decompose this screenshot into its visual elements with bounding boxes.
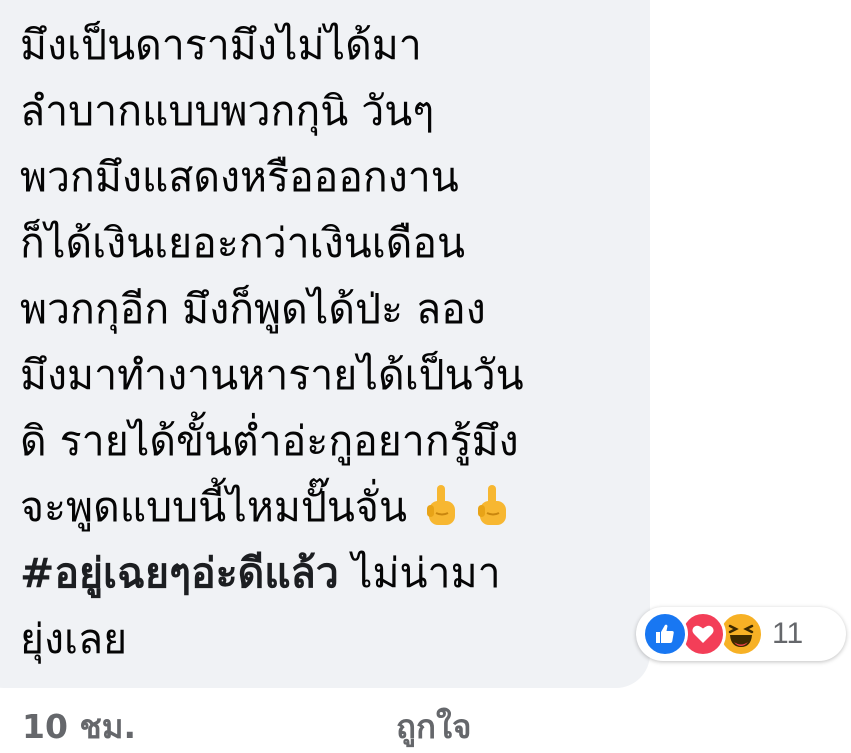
like-button[interactable]: ถูกใจ: [396, 700, 471, 753]
comment-line: มึงมาทำงานหารายได้เป็นวัน: [20, 351, 524, 399]
comment-timestamp[interactable]: 10 ชม.: [22, 700, 136, 753]
hashtag-link[interactable]: #อยู่เฉยๆอ่ะดีแล้ว: [20, 549, 339, 597]
like-icon: [642, 611, 688, 657]
comment-line: ก็ได้เงินเยอะกว่าเงินเดือน: [20, 219, 466, 267]
middle-finger-icon: [424, 480, 458, 546]
comment-line: พวกกุอีก มึงก็พูดได้ป่ะ ลอง: [20, 285, 486, 333]
comment-line: พวกมึงแสดงหรือออกงาน: [20, 153, 459, 201]
comment-line: ไม่น่ามา: [338, 549, 501, 597]
reactions-summary[interactable]: 11: [636, 607, 846, 661]
comment-line: มึงเป็นดารามึงไม่ได้มา: [20, 21, 422, 69]
comment-line: ลำบากแบบพวกกุนิ วันๆ: [20, 87, 435, 135]
comment-line-emoji-row: จะพูดแบบนี้ไหมปั๊นจั่น: [20, 474, 640, 540]
comment-line-hashtag-row: #อยู่เฉยๆอ่ะดีแล้ว ไม่น่ามา: [20, 540, 640, 606]
reaction-count: 11: [772, 617, 804, 650]
comment-line: ยุ่งเลย: [20, 615, 128, 663]
comment-line: ดิ รายได้ขั้นต่ำอ่ะกูอยากรู้มึง: [20, 417, 519, 465]
comment-line: จะพูดแบบนี้ไหมปั๊นจั่น: [20, 483, 407, 531]
comment-text: มึงเป็นดารามึงไม่ได้มา ลำบากแบบพวกกุนิ ว…: [20, 12, 640, 672]
middle-finger-icon: [475, 480, 509, 546]
